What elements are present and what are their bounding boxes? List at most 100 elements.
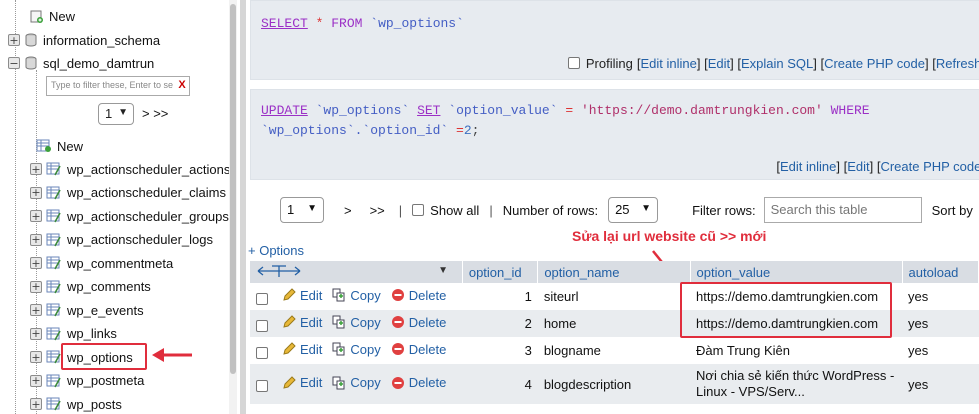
explain-sql-link[interactable]: Explain SQL xyxy=(741,56,813,71)
sql-update-tools: [ Edit inline ] [ Edit ] [ Create PHP co… xyxy=(776,155,979,177)
nav-scrollbar[interactable] xyxy=(229,0,237,414)
expand-icon[interactable]: + xyxy=(30,280,42,293)
options-toggle-link[interactable]: + Options xyxy=(248,243,304,258)
tree-item-table[interactable]: + wp_posts xyxy=(30,393,122,414)
create-php-code-link[interactable]: Create PHP code xyxy=(880,159,979,174)
expand-icon[interactable]: + xyxy=(30,257,42,269)
column-option-name[interactable]: option_name xyxy=(537,261,691,283)
tree-item-table[interactable]: + wp_actionscheduler_claims xyxy=(30,182,226,204)
sql-keyword: FROM xyxy=(331,16,363,31)
next-page-button[interactable]: > xyxy=(344,203,352,218)
sql-select-code[interactable]: SELECT * FROM `wp_options` xyxy=(261,14,464,34)
nav-page-select[interactable]: 1 ▼ xyxy=(98,103,134,125)
table-icon xyxy=(46,280,61,293)
bracket: ] [ xyxy=(813,55,825,71)
rows-per-page-select[interactable]: 25 ▼ xyxy=(608,197,659,223)
copy-row-button[interactable]: Copy xyxy=(332,288,381,303)
cell-autoload[interactable]: yes xyxy=(902,364,979,404)
expand-icon[interactable]: + xyxy=(30,374,42,387)
tree-item-table[interactable]: + wp_actionscheduler_groups xyxy=(30,205,229,227)
tree-item-new-database[interactable]: New xyxy=(8,5,75,27)
expand-icon[interactable]: + xyxy=(30,163,42,175)
edit-row-button[interactable]: Edit xyxy=(282,288,322,303)
last-page-button[interactable]: >> xyxy=(370,203,385,218)
cell-option-name[interactable]: blogdescription xyxy=(537,364,691,404)
delete-row-button[interactable]: Delete xyxy=(391,342,446,357)
show-all-checkbox[interactable] xyxy=(412,204,425,216)
edit-row-button[interactable]: Edit xyxy=(282,315,322,330)
tree-item-table[interactable]: + wp_e_events xyxy=(30,299,144,321)
tree-item-label: wp_actionscheduler_claims xyxy=(67,185,226,200)
cell-option-id[interactable]: 1 xyxy=(462,283,538,310)
tree-item-database[interactable]: + information_schema xyxy=(8,29,160,51)
row-checkbox[interactable] xyxy=(256,319,268,332)
tree-item-new-table[interactable]: New xyxy=(30,135,83,157)
nav-scrollbar-thumb[interactable] xyxy=(230,4,236,374)
tree-item-table[interactable]: + wp_postmeta xyxy=(30,370,144,392)
tree-item-table[interactable]: + wp_commentmeta xyxy=(30,252,173,274)
row-checkbox[interactable] xyxy=(256,380,268,393)
expand-icon[interactable]: + xyxy=(30,304,42,316)
expand-icon[interactable]: + xyxy=(30,327,42,340)
tree-item-table[interactable]: + wp_comments xyxy=(30,276,151,298)
profiling-checkbox[interactable] xyxy=(567,57,580,69)
column-resize-icon[interactable] xyxy=(256,264,302,278)
cell-option-value[interactable]: Nơi chia sẻ kiến thức WordPress - Linux … xyxy=(690,364,903,404)
sort-dropdown-icon[interactable]: ▼ xyxy=(438,265,448,276)
sql-identifier: `wp_options`.`option_id` xyxy=(261,123,449,138)
create-php-code-link[interactable]: Create PHP code xyxy=(824,56,925,71)
pencil-icon xyxy=(283,342,296,355)
page-select[interactable]: 1 ▼ xyxy=(280,197,324,223)
nav-page-value: 1 xyxy=(105,106,113,121)
cell-option-id[interactable]: 4 xyxy=(462,364,538,404)
expand-icon[interactable]: + xyxy=(8,34,20,46)
filter-rows-input[interactable]: Search this table xyxy=(763,197,922,223)
expand-icon[interactable]: + xyxy=(30,210,42,222)
cell-option-name[interactable]: siteurl xyxy=(537,283,691,310)
expand-icon[interactable]: + xyxy=(30,233,42,246)
expand-icon[interactable]: + xyxy=(30,398,42,410)
row-checkbox[interactable] xyxy=(256,346,268,359)
table-filter-input[interactable]: Type to filter these, Enter to se xyxy=(46,76,190,96)
expand-icon[interactable]: + xyxy=(30,186,42,199)
cell-option-name[interactable]: home xyxy=(537,310,691,337)
column-option-id[interactable]: option_id xyxy=(462,261,539,283)
edit-link[interactable]: Edit xyxy=(708,56,730,71)
cell-autoload[interactable]: yes xyxy=(902,310,979,337)
delete-row-button[interactable]: Delete xyxy=(391,375,446,390)
refresh-link[interactable]: Refresh xyxy=(936,56,979,71)
sort-by-label: Sort by xyxy=(931,202,973,218)
copy-row-button[interactable]: Copy xyxy=(332,375,381,390)
collapse-icon[interactable]: − xyxy=(8,57,20,69)
sql-update-code[interactable]: UPDATE `wp_options` SET `option_value` =… xyxy=(261,101,870,141)
column-option-value[interactable]: option_value xyxy=(690,261,903,283)
edit-inline-link[interactable]: Edit inline xyxy=(640,56,696,71)
clear-filter-icon[interactable]: X xyxy=(176,79,188,92)
edit-inline-link[interactable]: Edit inline xyxy=(780,159,836,174)
expand-icon[interactable]: + xyxy=(30,351,42,363)
copy-row-button[interactable]: Copy xyxy=(332,315,381,330)
delete-row-button[interactable]: Delete xyxy=(391,288,446,303)
nav-next-pages-link[interactable]: > >> xyxy=(142,106,168,121)
edit-row-button[interactable]: Edit xyxy=(282,375,322,390)
cell-option-name[interactable]: blogname xyxy=(537,337,691,364)
tree-item-table[interactable]: + wp_actionscheduler_logs xyxy=(30,229,213,251)
edit-link[interactable]: Edit xyxy=(847,159,869,174)
copy-row-button[interactable]: Copy xyxy=(332,342,381,357)
cell-option-id[interactable]: 2 xyxy=(462,310,538,337)
cell-autoload[interactable]: yes xyxy=(902,337,979,364)
filter-rows-label: Filter rows: xyxy=(692,202,756,218)
row-checkbox[interactable] xyxy=(256,292,268,305)
tree-item-database[interactable]: − sql_demo_damtrun xyxy=(8,52,154,74)
sql-keyword: WHERE xyxy=(830,103,870,118)
column-autoload[interactable]: autoload xyxy=(902,261,979,283)
cell-option-id[interactable]: 3 xyxy=(462,337,538,364)
sql-keyword: SET xyxy=(417,103,441,118)
delete-row-button[interactable]: Delete xyxy=(391,315,446,330)
cell-option-value[interactable]: Đàm Trung Kiên xyxy=(690,337,903,364)
tree-item-table[interactable]: + wp_links xyxy=(30,323,117,345)
copy-icon xyxy=(332,315,345,329)
edit-row-button[interactable]: Edit xyxy=(282,342,322,357)
cell-autoload[interactable]: yes xyxy=(902,283,979,310)
tree-item-table[interactable]: + wp_actionscheduler_actions xyxy=(30,158,230,180)
